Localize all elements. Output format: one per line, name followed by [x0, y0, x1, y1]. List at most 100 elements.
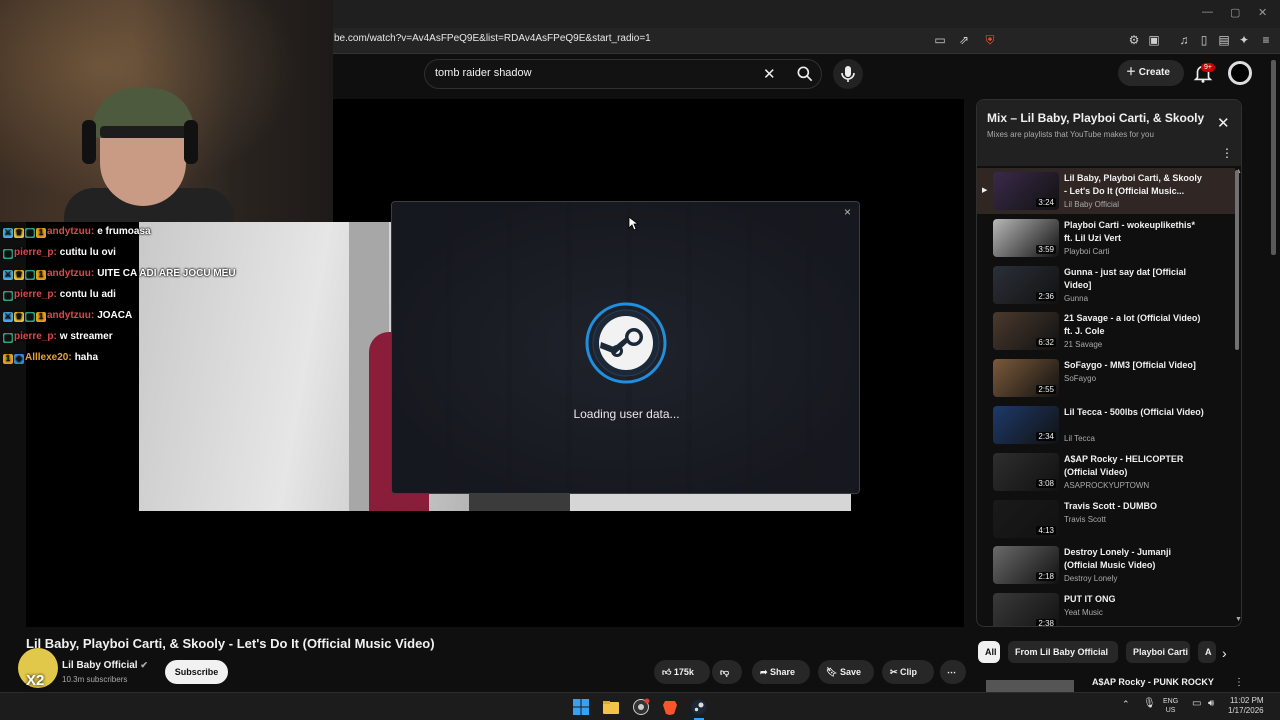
clock[interactable]: 11:02 PM 1/17/2026: [1228, 696, 1264, 716]
steam-close-button[interactable]: ×: [844, 205, 851, 219]
mix-list-item[interactable]: 6:32 21 Savage - a lot (Official Video) f…: [977, 308, 1235, 354]
mix-item-thumbnail[interactable]: 2:38: [993, 593, 1059, 626]
mix-item-title[interactable]: 21 Savage - a lot (Official Video) ft. J…: [1064, 312, 1204, 338]
mix-item-title[interactable]: SoFaygo - MM3 [Official Video]: [1064, 359, 1204, 372]
mix-item-thumbnail[interactable]: 2:18: [993, 546, 1059, 585]
dislike-button[interactable]: 👎︎: [712, 660, 742, 684]
channel-name[interactable]: Lil Baby Official ✔: [62, 660, 148, 671]
subscribe-button[interactable]: Subscribe: [165, 660, 228, 684]
channel-avatar[interactable]: X2: [18, 648, 58, 689]
mix-item-thumbnail[interactable]: 2:55: [993, 359, 1059, 398]
steam-taskbar-icon[interactable]: [690, 698, 708, 716]
filter-chip[interactable]: Playboi Carti: [1126, 641, 1190, 663]
wallet-icon[interactable]: ▤: [1216, 32, 1232, 48]
obs-icon[interactable]: [632, 698, 650, 716]
volume-icon[interactable]: 🔊︎: [1208, 698, 1214, 709]
like-button[interactable]: 👍︎ 175k: [654, 660, 710, 684]
chat-username: andytzuu:: [47, 268, 95, 279]
mix-scrollbar[interactable]: [1235, 170, 1239, 350]
minimize-icon[interactable]: —: [1202, 6, 1213, 18]
mix-item-title[interactable]: A$AP Rocky - HELICOPTER (Official Video): [1064, 453, 1204, 479]
mix-more-icon[interactable]: ⋮: [1221, 146, 1233, 160]
brave-browser-icon[interactable]: [661, 698, 679, 716]
scroll-down-icon[interactable]: ▼: [1235, 616, 1241, 623]
chat-username: Alllexe20:: [25, 352, 72, 363]
mix-item-thumbnail[interactable]: 4:13: [993, 499, 1059, 538]
chat-username: andytzuu:: [47, 310, 95, 321]
mix-item-thumbnail[interactable]: 2:34: [993, 406, 1059, 444]
mix-item-title[interactable]: Lil Baby, Playboi Carti, & Skooly - Let'…: [1064, 172, 1204, 198]
next-video-thumbnail[interactable]: [986, 680, 1074, 692]
mix-item-title[interactable]: Playboi Carti - wokeuplikethis* ft. Lil …: [1064, 219, 1204, 245]
filter-chip[interactable]: From Lil Baby Official: [1008, 641, 1118, 663]
mix-list-item[interactable]: ▶ 3:24 Lil Baby, Playboi Carti, & Skooly -…: [977, 168, 1235, 214]
mix-item-title[interactable]: Gunna - just say dat [Official Video]: [1064, 266, 1204, 292]
mix-item-thumbnail[interactable]: 3:08: [993, 452, 1059, 491]
voice-search-button[interactable]: [833, 59, 863, 89]
chat-badge-one-icon: 1: [3, 354, 13, 364]
mix-item-title[interactable]: Travis Scott - DUMBO: [1064, 500, 1204, 513]
mix-list-item[interactable]: 2:18 Destroy Lonely - Jumanji (Official M…: [977, 542, 1235, 588]
mix-item-thumbnail[interactable]: 2:36: [993, 265, 1059, 304]
mix-list-item[interactable]: 3:08 A$AP Rocky - HELICOPTER (Official Vi…: [977, 449, 1235, 495]
windows-start-icon[interactable]: [572, 698, 590, 716]
clip-button[interactable]: ✂ Clip: [882, 660, 934, 684]
extensions-icon[interactable]: ⚙: [1126, 32, 1142, 48]
mix-list-item[interactable]: 2:34 Lil Tecca - 500lbs (Official Video) L…: [977, 402, 1235, 448]
menu-icon[interactable]: ≡: [1258, 32, 1274, 48]
music-icon[interactable]: ♫: [1176, 32, 1192, 48]
mix-item-title[interactable]: Lil Tecca - 500lbs (Official Video): [1064, 406, 1204, 419]
url-text[interactable]: be.com/watch?v=Av4AsFPeQ9E&list=RDAv4AsF…: [334, 33, 651, 44]
next-video-more-icon[interactable]: ⋮: [1234, 677, 1244, 688]
mix-item-thumbnail[interactable]: 3:24: [993, 172, 1059, 210]
steam-status-text: Loading user data...: [573, 407, 680, 421]
duration-badge: 3:08: [1036, 478, 1056, 488]
close-mix-icon[interactable]: ✕: [1217, 114, 1230, 132]
duration-badge: 2:36: [1036, 291, 1056, 301]
share-button[interactable]: ➦ Share: [752, 660, 810, 684]
avatar-overlay-text: X2: [26, 672, 45, 689]
share-page-icon[interactable]: ⇗: [956, 32, 972, 48]
chat-message: 1 ◆ Alllexe20: haha: [3, 352, 98, 364]
mix-list-item[interactable]: 2:55 SoFaygo - MM3 [Official Video] SoFayg…: [977, 355, 1235, 401]
bookmark-icon: 🔖︎: [826, 667, 840, 677]
create-button[interactable]: ＋ Create: [1118, 60, 1184, 86]
next-video-title[interactable]: A$AP Rocky - PUNK ROCKY: [1092, 677, 1214, 687]
more-actions-button[interactable]: ⋯: [940, 660, 966, 684]
mix-list-item[interactable]: 2:36 Gunna - just say dat [Official Video…: [977, 262, 1235, 308]
scissors-icon: ✂: [890, 667, 901, 677]
microphone-tray-icon[interactable]: 🎙︎: [1143, 698, 1156, 709]
close-window-icon[interactable]: ✕: [1258, 6, 1267, 19]
sidebar-icon[interactable]: ▯: [1196, 32, 1212, 48]
leo-icon[interactable]: ✦: [1236, 32, 1252, 48]
mix-list-item[interactable]: 2:38 PUT IT ONG Yeat Music: [977, 589, 1235, 626]
mix-item-title[interactable]: Destroy Lonely - Jumanji (Official Music…: [1064, 546, 1204, 572]
clear-search-icon[interactable]: ✕: [763, 65, 776, 83]
filter-chip[interactable]: A: [1198, 641, 1216, 663]
filter-chip[interactable]: All: [978, 641, 1000, 663]
chevron-right-icon[interactable]: ›: [1222, 645, 1227, 661]
mix-item-thumbnail[interactable]: 3:59: [993, 218, 1059, 257]
mix-list-item[interactable]: 4:13 Travis Scott - DUMBO Travis Scott: [977, 496, 1235, 542]
tray-chevron-icon[interactable]: ⌃: [1122, 699, 1130, 710]
tab-icon[interactable]: ▣: [1146, 32, 1162, 48]
network-icon[interactable]: ▭: [1192, 698, 1201, 709]
mix-subtitle: Mixes are playlists that YouTube makes f…: [987, 130, 1154, 139]
search-box[interactable]: tomb raider shadow ✕: [424, 59, 822, 89]
mix-item-title[interactable]: PUT IT ONG: [1064, 593, 1204, 606]
page-scrollbar[interactable]: [1271, 60, 1276, 255]
mix-list-item[interactable]: 3:59 Playboi Carti - wokeuplikethis* ft. …: [977, 215, 1235, 261]
clock-date: 1/17/2026: [1228, 706, 1264, 715]
chat-text: UITE CA ADI ARE JOCU MEU: [97, 268, 236, 279]
search-input[interactable]: tomb raider shadow: [435, 67, 532, 79]
file-explorer-icon[interactable]: [602, 698, 620, 716]
maximize-icon[interactable]: ▢: [1230, 6, 1240, 19]
save-button[interactable]: 🔖︎ Save: [818, 660, 874, 684]
search-icon[interactable]: [795, 64, 815, 84]
language-indicator[interactable]: ENG US: [1163, 697, 1178, 715]
screen-icon[interactable]: ▭: [932, 32, 948, 48]
brave-shield-icon[interactable]: ⛨: [982, 32, 998, 48]
mix-title[interactable]: Mix – Lil Baby, Playboi Carti, & Skooly: [987, 111, 1207, 125]
mix-item-thumbnail[interactable]: 6:32: [993, 312, 1059, 351]
account-avatar[interactable]: [1228, 61, 1252, 85]
